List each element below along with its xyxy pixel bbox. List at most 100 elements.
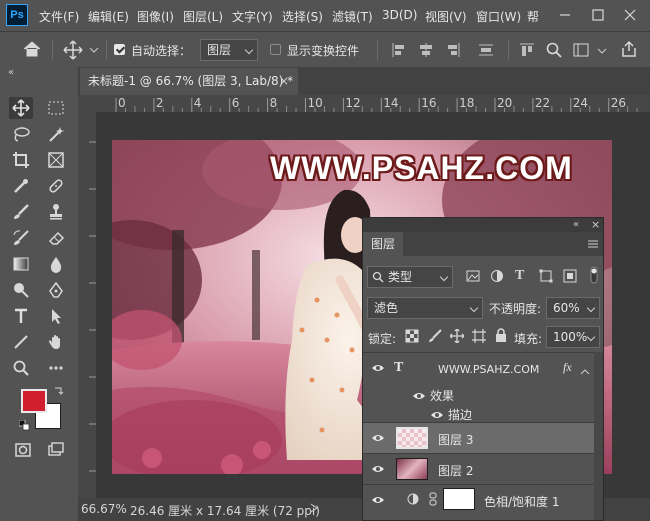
horizontal-ruler[interactable]: 0 2 4 6 8 10 12 14 16 18 20 22 24 26: [96, 95, 650, 113]
frame-tool[interactable]: [44, 149, 68, 171]
workspace-icon[interactable]: [572, 41, 590, 62]
menu-type[interactable]: 文字(Y): [232, 8, 273, 25]
chevron-down-icon[interactable]: [597, 45, 607, 59]
auto-select-checkbox[interactable]: [114, 44, 125, 55]
menu-view[interactable]: 视图(V): [425, 8, 467, 25]
menu-select[interactable]: 选择(S): [282, 8, 323, 25]
visibility-eye-icon[interactable]: [412, 390, 426, 400]
shape-filter-icon[interactable]: [539, 269, 553, 286]
crop-tool[interactable]: [9, 149, 33, 171]
menu-window[interactable]: 窗口(W): [476, 8, 521, 25]
lock-artboard-icon[interactable]: [472, 329, 486, 346]
line-tool[interactable]: [9, 331, 33, 353]
blend-mode-dropdown[interactable]: 滤色: [367, 297, 483, 319]
maximize-icon[interactable]: [588, 5, 608, 28]
lock-transparency-icon[interactable]: [405, 329, 419, 346]
healing-brush-tool[interactable]: [44, 175, 68, 197]
layer-filter-dropdown[interactable]: 类型: [367, 266, 453, 288]
home-icon[interactable]: [22, 40, 42, 61]
type-tool[interactable]: [9, 305, 33, 327]
status-menu-icon[interactable]: [309, 501, 319, 518]
share-icon[interactable]: [620, 40, 638, 61]
eyedropper-tool[interactable]: [9, 175, 33, 197]
layer-row-selected[interactable]: 图层 3: [363, 422, 603, 453]
default-colors-icon[interactable]: [18, 419, 30, 434]
link-icon[interactable]: [429, 492, 437, 509]
layers-scrollbar[interactable]: [594, 352, 603, 520]
document-tab[interactable]: 未标题-1 @ 66.7% (图层 3, Lab/8) * ×: [80, 68, 298, 95]
lock-pixels-icon[interactable]: [428, 329, 442, 346]
close-tab-icon[interactable]: ×: [279, 68, 289, 94]
align-top-icon[interactable]: [518, 41, 536, 62]
auto-select-dropdown[interactable]: 图层: [200, 39, 258, 61]
smart-object-filter-icon[interactable]: [563, 269, 577, 286]
collapse-panel-icon[interactable]: «: [573, 218, 579, 232]
layer-effects-row[interactable]: 效果: [363, 385, 603, 406]
chevron-up-icon[interactable]: [580, 365, 590, 379]
visibility-eye-icon[interactable]: [371, 494, 385, 504]
vertical-ruler[interactable]: [78, 112, 97, 498]
brush-tool[interactable]: [9, 201, 33, 223]
fill-input[interactable]: 100%: [546, 326, 600, 348]
collapse-panel-icon[interactable]: «: [8, 67, 14, 78]
close-panel-icon[interactable]: ×: [591, 218, 600, 232]
layer-mask-thumbnail[interactable]: [443, 488, 475, 510]
dodge-tool[interactable]: [9, 279, 33, 301]
tab-layers[interactable]: 图层: [363, 232, 403, 256]
layer-name[interactable]: WWW.PSAHZ.COM: [438, 363, 539, 376]
align-left-icon[interactable]: [390, 41, 408, 62]
pixel-filter-icon[interactable]: [466, 269, 480, 286]
hand-tool[interactable]: [44, 331, 68, 353]
history-brush-tool[interactable]: [9, 227, 33, 249]
lock-all-icon[interactable]: [494, 328, 508, 346]
more-tools-icon[interactable]: [44, 357, 68, 379]
layer-row-adjustment[interactable]: 色相/饱和度 1: [363, 484, 603, 520]
stamp-tool[interactable]: [44, 201, 68, 223]
foreground-color-swatch[interactable]: [21, 389, 47, 413]
path-selection-tool[interactable]: [44, 305, 68, 327]
layer-name[interactable]: 色相/饱和度 1: [484, 493, 560, 510]
layer-name[interactable]: 图层 2: [438, 462, 473, 479]
show-transform-checkbox[interactable]: [270, 44, 281, 55]
eraser-tool[interactable]: [44, 227, 68, 249]
distribute-icon[interactable]: [477, 41, 495, 62]
search-icon[interactable]: [545, 41, 563, 62]
minimize-icon[interactable]: [555, 5, 575, 28]
gradient-tool[interactable]: [9, 253, 33, 275]
type-filter-icon[interactable]: T: [515, 268, 524, 284]
menu-help[interactable]: 帮: [527, 8, 539, 25]
swap-colors-icon[interactable]: [53, 386, 64, 400]
zoom-level[interactable]: 66.67%: [81, 502, 127, 516]
quick-mask-icon[interactable]: [11, 439, 35, 461]
menu-3d[interactable]: 3D(D): [382, 8, 417, 22]
magic-wand-tool[interactable]: [44, 123, 68, 145]
layer-effect-stroke-row[interactable]: 描边: [363, 406, 603, 423]
menu-edit[interactable]: 编辑(E): [88, 8, 129, 25]
menu-image[interactable]: 图像(I): [137, 8, 174, 25]
lasso-tool[interactable]: [9, 123, 33, 145]
adjustment-filter-icon[interactable]: [490, 269, 504, 286]
align-right-icon[interactable]: [444, 41, 462, 62]
marquee-tool[interactable]: [44, 97, 68, 119]
menu-file[interactable]: 文件(F): [39, 8, 79, 25]
lock-position-icon[interactable]: [449, 328, 465, 346]
move-tool-icon[interactable]: [63, 40, 83, 63]
visibility-eye-icon[interactable]: [371, 463, 385, 473]
move-tool[interactable]: [9, 97, 33, 119]
visibility-eye-icon[interactable]: [371, 432, 385, 442]
close-icon[interactable]: [620, 5, 640, 28]
panel-menu-icon[interactable]: [587, 238, 599, 253]
chevron-down-icon[interactable]: [89, 44, 99, 58]
blur-tool[interactable]: [44, 253, 68, 275]
align-center-icon[interactable]: [417, 41, 435, 62]
visibility-eye-icon[interactable]: [430, 409, 444, 419]
pen-tool[interactable]: [44, 279, 68, 301]
layer-name[interactable]: 图层 3: [438, 431, 473, 448]
menu-filter[interactable]: 滤镜(T): [332, 8, 373, 25]
filter-toggle-icon[interactable]: [589, 266, 599, 287]
fx-badge[interactable]: fx: [563, 360, 572, 375]
layer-row[interactable]: 图层 2: [363, 453, 603, 484]
screen-mode-icon[interactable]: [44, 439, 68, 461]
menu-layer[interactable]: 图层(L): [183, 8, 223, 25]
zoom-tool[interactable]: [9, 357, 33, 379]
